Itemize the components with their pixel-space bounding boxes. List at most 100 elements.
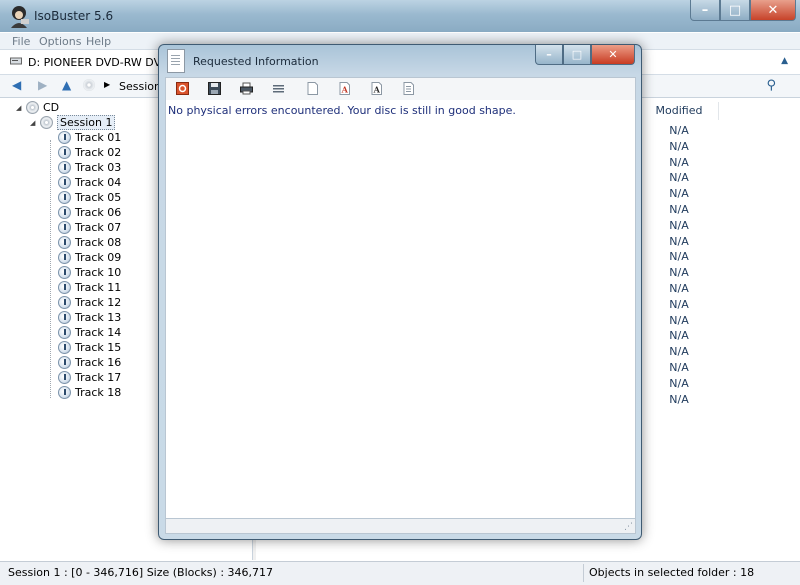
path-chevron-icon[interactable]: ▶ bbox=[104, 80, 110, 89]
list-icon[interactable] bbox=[272, 82, 285, 95]
tree-item-label: Track 09 bbox=[75, 251, 122, 264]
menu-file[interactable]: File bbox=[12, 35, 30, 48]
tree-item-track[interactable]: Track 03 bbox=[58, 160, 121, 175]
audio-track-icon bbox=[58, 341, 71, 354]
audio-track-icon bbox=[58, 371, 71, 384]
modified-cell: N/A bbox=[669, 124, 689, 137]
resize-grip-icon[interactable]: ⋰ bbox=[624, 522, 633, 532]
tree-item-label: Track 12 bbox=[75, 296, 122, 309]
tree-item-track[interactable]: Track 13 bbox=[58, 310, 121, 325]
modified-cell: N/A bbox=[669, 297, 689, 311]
document-properties-icon[interactable] bbox=[402, 82, 415, 95]
svg-text:A: A bbox=[373, 85, 381, 95]
tree-item-label: Track 04 bbox=[75, 176, 122, 189]
dialog-message: No physical errors encountered. Your dis… bbox=[168, 104, 516, 117]
dialog-maximize-button[interactable]: □ bbox=[563, 45, 591, 65]
tree-item-label: Track 11 bbox=[75, 281, 122, 294]
status-bar: Session 1 : [0 - 346,716] Size (Blocks) … bbox=[0, 561, 800, 585]
tree-item-session[interactable]: ◢ Session 1 bbox=[30, 115, 116, 130]
modified-cell: N/A bbox=[669, 234, 689, 248]
menu-options[interactable]: Options bbox=[39, 35, 81, 48]
modified-cell: N/A bbox=[669, 282, 689, 295]
tree-item-cd[interactable]: ◢ CD bbox=[16, 100, 59, 115]
search-icon[interactable]: ⚲ bbox=[766, 78, 776, 93]
forward-arrow-icon[interactable]: ▶ bbox=[38, 78, 47, 92]
tree-connector-line bbox=[50, 140, 51, 398]
tree-item-track[interactable]: Track 05 bbox=[58, 190, 121, 205]
audio-track-icon bbox=[58, 386, 71, 399]
modified-cell: N/A bbox=[669, 187, 689, 201]
tree-item-label: Track 01 bbox=[75, 131, 122, 144]
tree-item-label: CD bbox=[43, 101, 60, 114]
tree-item-track[interactable]: Track 07 bbox=[58, 220, 121, 235]
dialog-title: Requested Information bbox=[193, 55, 319, 68]
app-title: IsoBuster 5.6 bbox=[34, 9, 114, 23]
tree-item-track[interactable]: Track 11 bbox=[58, 280, 121, 295]
expand-icon[interactable]: ◢ bbox=[30, 119, 38, 127]
modified-cell: N/A bbox=[669, 250, 689, 264]
drive-icon bbox=[10, 57, 22, 65]
session-icon bbox=[40, 116, 53, 129]
audio-track-icon bbox=[58, 236, 71, 249]
drive-dropdown-icon[interactable]: ▲ bbox=[781, 56, 788, 66]
dialog-close-button[interactable]: ✕ bbox=[591, 45, 635, 65]
modified-cell: N/A bbox=[669, 218, 689, 232]
tree-item-track[interactable]: Track 06 bbox=[58, 205, 121, 220]
status-session-info: Session 1 : [0 - 346,716] Size (Blocks) … bbox=[8, 566, 274, 579]
modified-cell: N/A bbox=[669, 139, 689, 153]
audio-track-icon bbox=[58, 251, 71, 264]
tree-item-track[interactable]: Track 15 bbox=[58, 340, 121, 355]
font-red-icon[interactable]: A bbox=[338, 82, 351, 95]
tree-item-track[interactable]: Track 14 bbox=[58, 325, 121, 340]
modified-cell: N/A bbox=[669, 345, 689, 359]
tree-item-label: Track 15 bbox=[75, 341, 122, 354]
tree-item-track[interactable]: Track 09 bbox=[58, 250, 121, 265]
modified-cell: N/A bbox=[669, 203, 689, 216]
requested-information-dialog[interactable]: Requested Information – □ ✕ A A No physi… bbox=[158, 44, 642, 540]
tree-item-track[interactable]: Track 12 bbox=[58, 295, 121, 310]
tree-item-track[interactable]: Track 04 bbox=[58, 175, 121, 190]
tree-item-label: Track 17 bbox=[75, 371, 122, 384]
close-button[interactable]: ✕ bbox=[750, 0, 796, 21]
column-header-modified[interactable]: Modified bbox=[640, 102, 719, 120]
audio-track-icon bbox=[58, 311, 71, 324]
dialog-minimize-button[interactable]: – bbox=[535, 45, 563, 65]
minimize-button[interactable]: – bbox=[690, 0, 720, 21]
modified-cell: N/A bbox=[669, 266, 689, 280]
tree-item-track[interactable]: Track 17 bbox=[58, 370, 121, 385]
tree-item-track[interactable]: Track 10 bbox=[58, 265, 121, 280]
maximize-button[interactable]: □ bbox=[720, 0, 750, 21]
tree-item-label: Track 10 bbox=[75, 266, 122, 279]
audio-track-icon bbox=[58, 131, 71, 144]
office-icon[interactable] bbox=[176, 82, 189, 95]
tree-item-label: Track 18 bbox=[75, 386, 122, 399]
tree-item-track[interactable]: Track 18 bbox=[58, 385, 121, 400]
cd-icon bbox=[26, 101, 39, 114]
title-bar[interactable]: IsoBuster 5.6 – □ ✕ bbox=[0, 0, 800, 32]
tree-item-track[interactable]: Track 01 bbox=[58, 130, 121, 145]
expand-icon[interactable]: ◢ bbox=[16, 104, 24, 112]
dialog-window-controls: – □ ✕ bbox=[535, 45, 635, 67]
up-arrow-icon[interactable]: ▲ bbox=[62, 78, 71, 92]
audio-track-icon bbox=[58, 161, 71, 174]
save-icon[interactable] bbox=[208, 82, 221, 95]
tree-item-track[interactable]: Track 16 bbox=[58, 355, 121, 370]
tree-item-track[interactable]: Track 02 bbox=[58, 145, 121, 160]
print-icon[interactable] bbox=[240, 82, 253, 95]
modified-cell: N/A bbox=[669, 329, 689, 343]
tree-item-label: Track 06 bbox=[75, 206, 122, 219]
window-controls: – □ ✕ bbox=[690, 0, 796, 22]
back-arrow-icon[interactable]: ◀ bbox=[12, 78, 21, 92]
page-icon[interactable] bbox=[306, 82, 319, 95]
tree-item-label: Track 08 bbox=[75, 236, 122, 249]
audio-track-icon bbox=[58, 146, 71, 159]
tree-item-label: Track 16 bbox=[75, 356, 122, 369]
tree-item-label: Track 02 bbox=[75, 146, 122, 159]
dialog-content[interactable]: No physical errors encountered. Your dis… bbox=[165, 100, 636, 519]
modified-cell: N/A bbox=[669, 361, 689, 374]
menu-help[interactable]: Help bbox=[86, 35, 111, 48]
tree-item-track[interactable]: Track 08 bbox=[58, 235, 121, 250]
audio-track-icon bbox=[58, 356, 71, 369]
audio-track-icon bbox=[58, 176, 71, 189]
font-icon[interactable]: A bbox=[370, 82, 383, 95]
